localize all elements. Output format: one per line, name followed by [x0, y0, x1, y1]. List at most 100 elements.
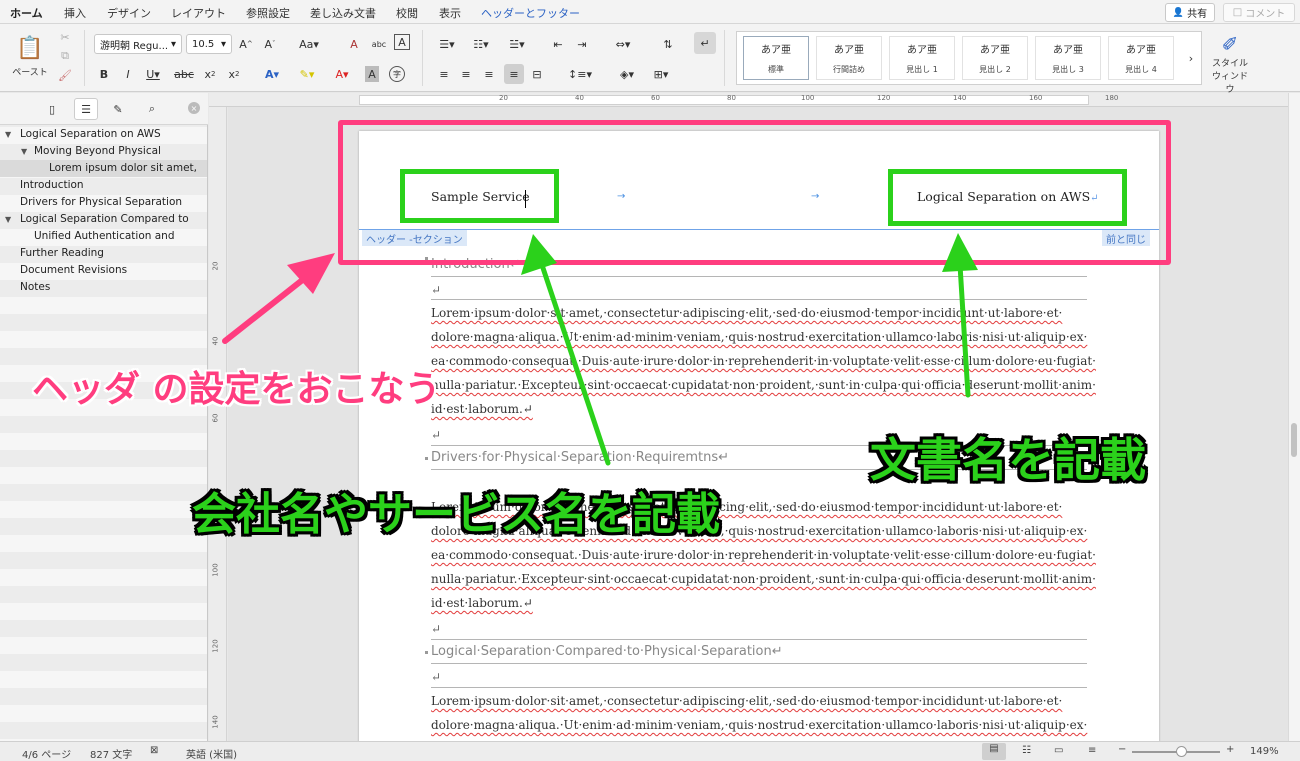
nav-item[interactable]: ▼ Logical Separation on AWS	[0, 126, 207, 143]
cut-icon[interactable]: ✂	[58, 30, 72, 44]
language-indicator[interactable]: 英語 (米国)	[186, 746, 237, 761]
ribbon: 📋 ペースト ✂ ⧉ 🖌 游明朝 Regu... ▾ 10.5 ▾ A ^ Aˇ Aa…	[0, 24, 1300, 95]
nav-item[interactable]: Further Reading	[0, 245, 207, 262]
tab-mailings[interactable]: 差し込み文書	[310, 5, 376, 21]
outline-view-icon[interactable]: ☷	[1022, 745, 1031, 756]
font-color-icon[interactable]: A▾	[332, 66, 352, 82]
multilevel-list-icon[interactable]: ☱▾	[504, 36, 530, 52]
company-name-caption: 会社名やサービス名を記載	[192, 489, 720, 540]
borders-icon[interactable]: ⊞▾	[648, 66, 674, 82]
nav-item[interactable]: Drivers for Physical Separation	[0, 194, 207, 211]
tab-design[interactable]: デザイン	[107, 5, 151, 21]
heading-logical-separation[interactable]: Logical·Separation·Compared·to·Physical·…	[431, 644, 783, 659]
zoom-level[interactable]: 149%	[1250, 746, 1279, 757]
decrease-indent-icon[interactable]: ⇤	[550, 36, 566, 52]
tab-references[interactable]: 参照設定	[246, 5, 290, 21]
nav-item[interactable]: Introduction	[0, 177, 207, 194]
ribbon-tabs: ホーム 挿入 デザイン レイアウト 参照設定 差し込み文書 校閲 表示 ヘッダー…	[0, 0, 1300, 27]
tab-layout[interactable]: レイアウト	[171, 5, 226, 21]
style-no-spacing[interactable]: あア亜 行間詰め	[816, 36, 882, 80]
show-marks-icon[interactable]: ↵	[694, 32, 716, 54]
review-pane-icon[interactable]: ✎	[110, 101, 126, 117]
paste-icon[interactable]: 📋	[10, 32, 50, 64]
paragraph-1[interactable]: Lorem·ipsum·dolor·sit·amet,·consectetur·…	[431, 301, 1096, 421]
align-left-icon[interactable]: ≡	[436, 66, 452, 82]
style-heading-1[interactable]: あア亜 見出し 1	[889, 36, 955, 80]
superscript-icon[interactable]: x2	[227, 66, 241, 82]
style-heading-2[interactable]: あア亜 見出し 2	[962, 36, 1028, 80]
phonetic-guide-icon[interactable]: abc	[370, 36, 388, 52]
clear-format-icon[interactable]: A	[346, 36, 362, 52]
zoom-slider-thumb[interactable]	[1176, 746, 1187, 757]
bullets-icon[interactable]: ☰▾	[434, 36, 460, 52]
nav-item[interactable]: Document Revisions	[0, 262, 207, 279]
copy-icon[interactable]: ⧉	[58, 49, 72, 63]
grow-font-icon[interactable]: A ^	[238, 36, 254, 52]
char-spacing-icon[interactable]: ⇔▾	[610, 36, 636, 52]
vertical-scrollbar[interactable]	[1288, 93, 1300, 741]
tab-review[interactable]: 校閲	[396, 5, 418, 21]
draft-view-icon[interactable]: ▭	[1054, 745, 1063, 756]
tab-insert[interactable]: 挿入	[64, 5, 86, 21]
line-spacing-icon[interactable]: ↕≡▾	[566, 66, 594, 82]
strikethrough-icon[interactable]: abc	[174, 66, 194, 82]
search-icon[interactable]: ⌕	[144, 101, 160, 117]
zoom-out-icon[interactable]: −	[1118, 744, 1126, 755]
italic-icon[interactable]: I	[122, 66, 134, 82]
char-border-icon[interactable]: A	[394, 34, 410, 50]
increase-indent-icon[interactable]: ⇥	[574, 36, 590, 52]
distribute-icon[interactable]: ⊟	[529, 66, 545, 82]
close-icon[interactable]: ×	[188, 102, 200, 114]
thumbnails-icon[interactable]: ▯	[44, 101, 60, 117]
align-right-icon[interactable]: ≡	[481, 66, 497, 82]
share-button[interactable]: 👤 共有	[1165, 3, 1215, 22]
outline-icon[interactable]: ☰	[74, 98, 98, 120]
font-size-select[interactable]: 10.5 ▾	[186, 34, 232, 54]
sort-icon[interactable]: ⇅	[660, 36, 676, 52]
numbering-icon[interactable]: ☷▾	[468, 36, 494, 52]
word-count[interactable]: 827 文字	[90, 746, 132, 761]
underline-icon[interactable]: U▾	[144, 66, 162, 82]
change-case-icon[interactable]: Aa▾	[298, 36, 320, 52]
tab-home[interactable]: ホーム	[10, 5, 43, 27]
tab-view[interactable]: 表示	[439, 5, 461, 21]
scrollbar-thumb[interactable]	[1291, 423, 1297, 457]
focus-view-icon[interactable]: ≡	[1088, 745, 1096, 756]
nav-item[interactable]: ▼ Moving Beyond Physical	[0, 143, 207, 160]
text-effects-icon[interactable]: A▾	[262, 66, 282, 82]
paragraph-3[interactable]: Lorem·ipsum·dolor·sit·amet,·consectetur·…	[431, 689, 1091, 737]
tab-header-footer[interactable]: ヘッダーとフッター	[481, 5, 580, 21]
comment-button[interactable]: □ コメント	[1223, 3, 1295, 22]
gallery-next-icon[interactable]: ›	[1185, 50, 1197, 66]
align-center-icon[interactable]: ≡	[458, 66, 474, 82]
enclose-char-icon[interactable]: 字	[389, 66, 405, 82]
horizontal-ruler[interactable]: 20 40 60 80 100 120 140 160 180	[209, 93, 1300, 107]
empty-paragraph: ↵	[431, 670, 442, 684]
highlight-icon[interactable]: ✎▾	[296, 66, 318, 82]
vertical-ruler[interactable]: 20 40 60 80 100 120 140	[209, 107, 227, 741]
subscript-icon[interactable]: x2	[203, 66, 217, 82]
format-painter-icon[interactable]: 🖌	[58, 68, 72, 82]
ribbon-divider	[422, 30, 423, 86]
rule-line	[431, 276, 1087, 277]
shrink-font-icon[interactable]: Aˇ	[262, 36, 278, 52]
nav-item[interactable]: Notes	[0, 279, 207, 296]
zoom-in-icon[interactable]: +	[1226, 744, 1234, 755]
shading-icon[interactable]: ◈▾	[614, 66, 640, 82]
style-normal[interactable]: あア亜 標準	[743, 36, 809, 80]
nav-item[interactable]: ▼ Logical Separation Compared to	[0, 211, 207, 228]
font-name-select[interactable]: 游明朝 Regu... ▾	[94, 34, 182, 54]
print-layout-icon[interactable]: ▤	[982, 743, 1006, 760]
page-count[interactable]: 4/6 ページ	[22, 746, 71, 761]
proofing-icon[interactable]: ⊠	[150, 745, 158, 756]
heading-drivers[interactable]: Drivers·for·Physical·Separation·Requirem…	[431, 450, 729, 465]
ruler-text-area	[359, 95, 1089, 105]
nav-item[interactable]: Unified Authentication and	[0, 228, 207, 245]
char-shading-icon[interactable]: A	[365, 66, 379, 82]
bold-icon[interactable]: B	[98, 66, 110, 82]
style-window-button[interactable]: ✐ スタイル ウィンドウ	[1208, 32, 1252, 95]
justify-icon[interactable]: ≡	[504, 64, 524, 84]
style-heading-3[interactable]: あア亜 見出し 3	[1035, 36, 1101, 80]
style-heading-4[interactable]: あア亜 見出し 4	[1108, 36, 1174, 80]
nav-item-selected[interactable]: Lorem ipsum dolor sit amet,	[0, 160, 207, 177]
